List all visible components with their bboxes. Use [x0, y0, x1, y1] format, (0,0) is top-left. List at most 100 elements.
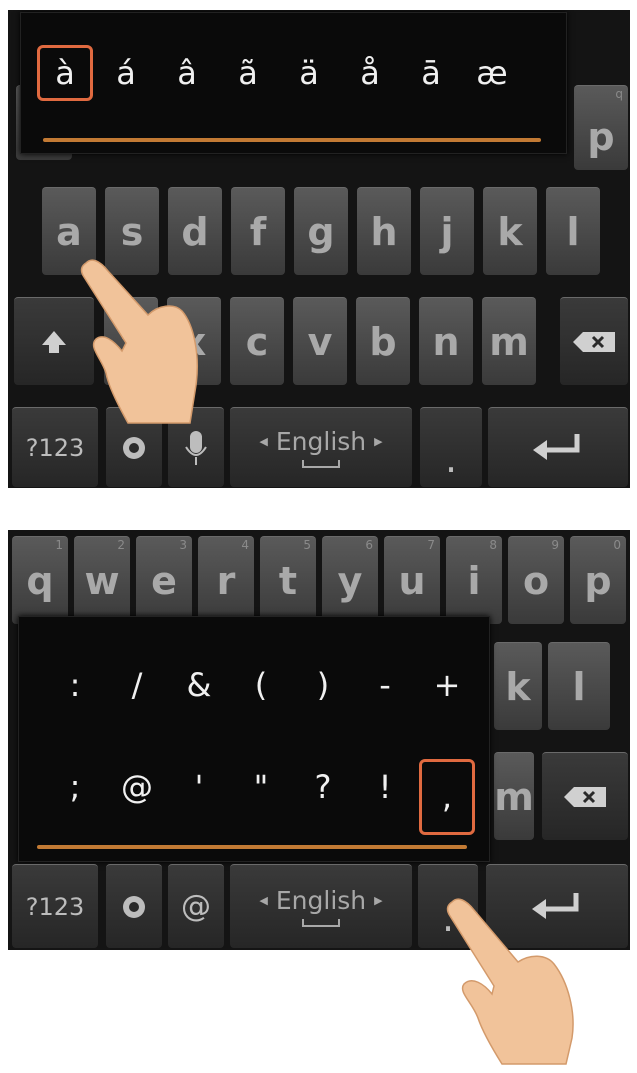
symbol-char[interactable]: ?	[295, 759, 351, 815]
key-label: i	[467, 558, 481, 603]
key-hint: 1	[55, 538, 63, 552]
gear-icon	[123, 436, 145, 459]
space-language-label: English	[275, 427, 367, 456]
key-label: c	[245, 319, 269, 364]
key-l[interactable]: l	[548, 642, 610, 730]
key-r[interactable]: 4r	[198, 536, 254, 624]
key-v[interactable]: v	[293, 297, 347, 385]
symbol-char[interactable]: )	[295, 657, 351, 713]
language-left-arrow: ◀	[259, 435, 268, 448]
key-p[interactable]: q p	[574, 85, 628, 170]
accent-char[interactable]: à	[37, 45, 93, 101]
at-key-label: @	[181, 888, 211, 924]
key-p[interactable]: 0p	[570, 536, 626, 624]
key-label: s	[120, 209, 144, 254]
accent-char[interactable]: ā	[403, 45, 459, 101]
space-key[interactable]: ◀ English ▶	[230, 407, 412, 487]
symbols-key[interactable]: ?123	[12, 864, 98, 948]
key-label: t	[278, 558, 298, 603]
accent-char[interactable]: ã	[220, 45, 276, 101]
key-l[interactable]: l	[546, 187, 600, 275]
symbol-char[interactable]: "	[233, 759, 289, 815]
key-hint: 8	[489, 538, 497, 552]
hand-pointer-icon	[446, 898, 574, 1065]
accent-char[interactable]: á	[98, 45, 154, 101]
settings-key[interactable]	[106, 864, 162, 948]
key-label: b	[369, 319, 397, 364]
symbol-char[interactable]: @	[109, 759, 165, 815]
key-e[interactable]: 3e	[136, 536, 192, 624]
microphone-icon	[185, 430, 207, 465]
key-k[interactable]: k	[483, 187, 537, 275]
key-label: r	[216, 558, 236, 603]
key-t[interactable]: 5t	[260, 536, 316, 624]
key-label: p	[584, 558, 612, 603]
symbols-key-label: ?123	[25, 892, 85, 921]
popup-accent-bar	[37, 845, 467, 849]
key-y[interactable]: 6y	[322, 536, 378, 624]
space-bar-icon	[302, 460, 340, 468]
key-hint: 4	[241, 538, 249, 552]
language-right-arrow: ▶	[374, 435, 383, 448]
key-hint: 6	[365, 538, 373, 552]
enter-key[interactable]	[488, 407, 628, 487]
key-hint: 9	[551, 538, 559, 552]
key-n[interactable]: n	[419, 297, 473, 385]
key-b[interactable]: b	[356, 297, 410, 385]
accent-char[interactable]: æ	[464, 45, 520, 101]
key-m[interactable]: m	[482, 297, 536, 385]
symbol-char[interactable]: +	[419, 657, 475, 713]
space-key[interactable]: ◀ English ▶	[230, 864, 412, 948]
key-label: o	[522, 558, 550, 603]
backspace-key[interactable]	[560, 297, 628, 385]
symbol-char[interactable]: /	[109, 657, 165, 713]
key-u[interactable]: 7u	[384, 536, 440, 624]
backspace-icon	[564, 786, 606, 807]
at-key[interactable]: @	[168, 864, 224, 948]
key-label: j	[440, 209, 454, 254]
keyboard-bottom: 1q2w3e4r5t6y7u8i9o0p k l m : / &() - +; @ ' "?!…	[8, 530, 630, 950]
key-label: v	[307, 319, 333, 364]
key-hint: 5	[303, 538, 311, 552]
period-key[interactable]: .	[420, 407, 482, 487]
keyboard-top: q p àáâãäåāæ asdfghjkl zxcvbnm ?123 ◀ En…	[8, 10, 630, 488]
key-label: h	[370, 209, 398, 254]
key-q[interactable]: 1q	[12, 536, 68, 624]
key-p-label: p	[587, 115, 615, 159]
symbol-char[interactable]: &	[171, 657, 227, 713]
accent-char[interactable]: â	[159, 45, 215, 101]
key-m-label: m	[494, 774, 534, 819]
symbol-char[interactable]: '	[171, 759, 227, 815]
symbol-char[interactable]: !	[357, 759, 413, 815]
key-label: q	[26, 558, 54, 603]
key-i[interactable]: 8i	[446, 536, 502, 624]
symbol-char[interactable]: ;	[47, 759, 103, 815]
key-m[interactable]: m	[494, 752, 534, 840]
accent-char[interactable]: å	[342, 45, 398, 101]
key-label: l	[566, 209, 580, 254]
key-label: g	[307, 209, 335, 254]
hand-pointer-icon	[80, 259, 198, 424]
key-k[interactable]: k	[494, 642, 542, 730]
key-w[interactable]: 2w	[74, 536, 130, 624]
symbol-char[interactable]: :	[47, 657, 103, 713]
symbol-popup: : / &() - +; @ ' "?!,	[18, 616, 490, 862]
key-g[interactable]: g	[294, 187, 348, 275]
key-j[interactable]: j	[420, 187, 474, 275]
key-f[interactable]: f	[231, 187, 285, 275]
symbol-char[interactable]: ,	[419, 759, 475, 835]
backspace-key[interactable]	[542, 752, 628, 840]
backspace-icon	[573, 331, 615, 352]
shift-icon	[42, 330, 66, 353]
key-label: n	[432, 319, 460, 364]
symbol-char[interactable]: -	[357, 657, 413, 713]
symbol-char[interactable]: (	[233, 657, 289, 713]
key-o[interactable]: 9o	[508, 536, 564, 624]
key-c[interactable]: c	[230, 297, 284, 385]
key-h[interactable]: h	[357, 187, 411, 275]
key-hint: 2	[117, 538, 125, 552]
accent-char[interactable]: ä	[281, 45, 337, 101]
language-left-arrow: ◀	[259, 894, 268, 907]
enter-icon	[533, 433, 580, 460]
key-label: d	[181, 209, 209, 254]
